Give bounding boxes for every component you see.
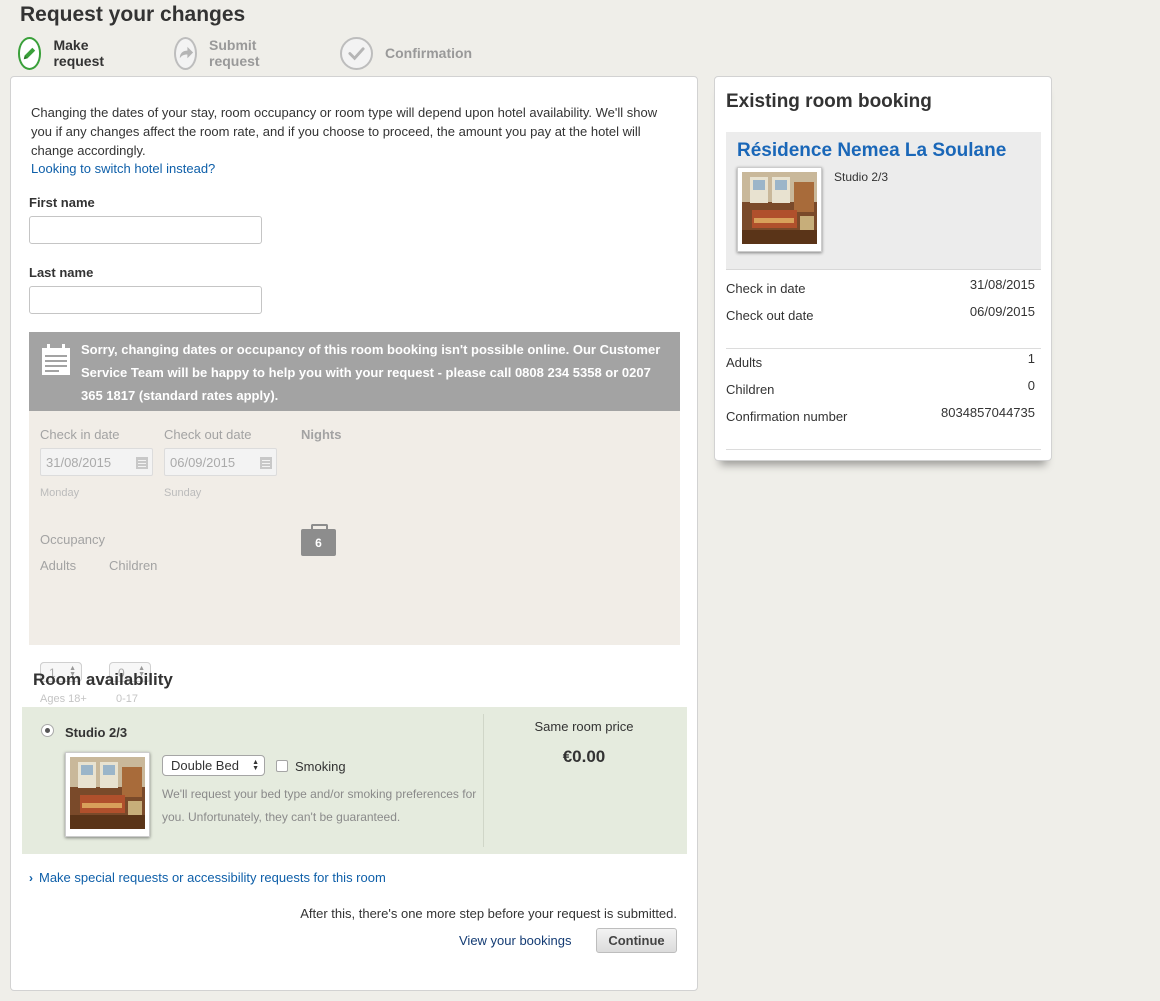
checkout-label: Check out date: [164, 427, 252, 442]
after-step-note: After this, there's one more step before…: [300, 906, 677, 921]
special-requests-link[interactable]: › Make special requests or accessibility …: [29, 870, 386, 885]
existing-booking-card: Existing room booking Résidence Nemea La…: [714, 76, 1052, 461]
request-form-card: Changing the dates of your stay, room oc…: [10, 76, 698, 991]
hotel-photo: [737, 167, 822, 252]
nights-badge: 6: [301, 524, 336, 556]
existing-booking-title: Existing room booking: [726, 91, 932, 112]
booking-checkout-value: 06/09/2015: [969, 304, 1035, 319]
select-arrows-icon: ▲ ▼: [252, 759, 259, 772]
arrow-icon: [174, 36, 197, 70]
calendar-icon: [260, 457, 272, 469]
step-make-request: Make request: [18, 36, 114, 70]
confirmation-number-label: Confirmation number: [726, 409, 848, 424]
step-label: Submit request: [209, 37, 260, 69]
children-label: Children: [109, 558, 158, 573]
booking-adults-value: 1: [1027, 351, 1035, 366]
adults-label: Adults: [40, 558, 77, 573]
calendar-icon: [41, 344, 71, 379]
booking-children-value: 0: [1027, 378, 1035, 393]
booking-checkout-label: Check out date: [726, 308, 814, 323]
booking-children-label: Children: [726, 382, 775, 397]
children-hint: 0-17: [116, 693, 139, 705]
checkin-day: Monday: [40, 487, 80, 499]
price-value: €0.00: [562, 747, 606, 766]
hotel-summary: Résidence Nemea La Soulane Studio 2/3: [726, 132, 1041, 270]
bed-type-value: Double Bed: [171, 758, 239, 773]
booking-checkin-value: 31/08/2015: [969, 277, 1035, 292]
checkout-date-input: 06/09/2015: [164, 448, 277, 476]
last-name-label: Last name: [29, 265, 94, 280]
checkin-date-value: 31/08/2015: [46, 455, 112, 470]
pencil-icon: [18, 36, 42, 70]
unavailable-notice: Sorry, changing dates or occupancy of th…: [29, 332, 680, 411]
bed-type-select[interactable]: Double Bed ▲ ▼: [162, 755, 265, 776]
checkin-date-input: 31/08/2015: [40, 448, 153, 476]
special-requests-label: Make special requests or accessibility r…: [39, 870, 386, 885]
last-name-input[interactable]: [29, 286, 262, 314]
confirmation-number-value: 8034857044735: [941, 405, 1035, 420]
nights-label: Nights: [301, 427, 342, 442]
checkin-label: Check in date: [40, 427, 120, 442]
room-availability-title: Room availability: [33, 670, 173, 689]
chevron-right-icon: ›: [29, 871, 33, 885]
notice-message: Sorry, changing dates or occupancy of th…: [81, 342, 661, 403]
step-submit-request: Submit request: [174, 36, 270, 70]
smoking-label: Smoking: [295, 759, 346, 774]
adults-hint: Ages 18+: [40, 693, 87, 705]
first-name-label: First name: [29, 195, 95, 210]
divider: [726, 449, 1041, 450]
hotel-room-type: Studio 2/3: [834, 170, 889, 184]
booking-adults-label: Adults: [726, 355, 763, 370]
calendar-icon: [136, 457, 148, 469]
checkout-date-value: 06/09/2015: [170, 455, 236, 470]
step-label: Confirmation: [385, 45, 473, 61]
room-photo: [65, 752, 150, 837]
smoking-checkbox[interactable]: [276, 760, 288, 772]
hotel-name-link[interactable]: Résidence Nemea La Soulane: [737, 140, 1006, 162]
room-name: Studio 2/3: [65, 725, 128, 740]
step-confirmation: Confirmation: [340, 36, 472, 70]
price-label: Same room price: [534, 719, 634, 734]
checkout-day: Sunday: [164, 487, 202, 499]
page-title: Request your changes: [20, 3, 246, 26]
preferences-note: We'll request your bed type and/or smoki…: [162, 787, 477, 824]
switch-hotel-link[interactable]: Looking to switch hotel instead?: [31, 161, 215, 176]
booking-checkin-label: Check in date: [726, 281, 806, 296]
room-option: Studio 2/3 Double Bed ▲ ▼ Smoking We'll r…: [22, 707, 687, 854]
room-radio[interactable]: [41, 724, 54, 737]
step-label: Make request: [53, 37, 105, 69]
continue-button[interactable]: Continue: [596, 928, 677, 953]
divider: [726, 348, 1041, 349]
occupancy-label: Occupancy: [40, 532, 106, 547]
dates-occupancy-panel: Check in date 31/08/2015 Monday Check ou…: [29, 411, 680, 705]
view-bookings-link[interactable]: View your bookings: [459, 933, 572, 948]
intro-text: Changing the dates of your stay, room oc…: [31, 105, 658, 158]
check-icon: [340, 36, 373, 70]
first-name-input[interactable]: [29, 216, 262, 244]
